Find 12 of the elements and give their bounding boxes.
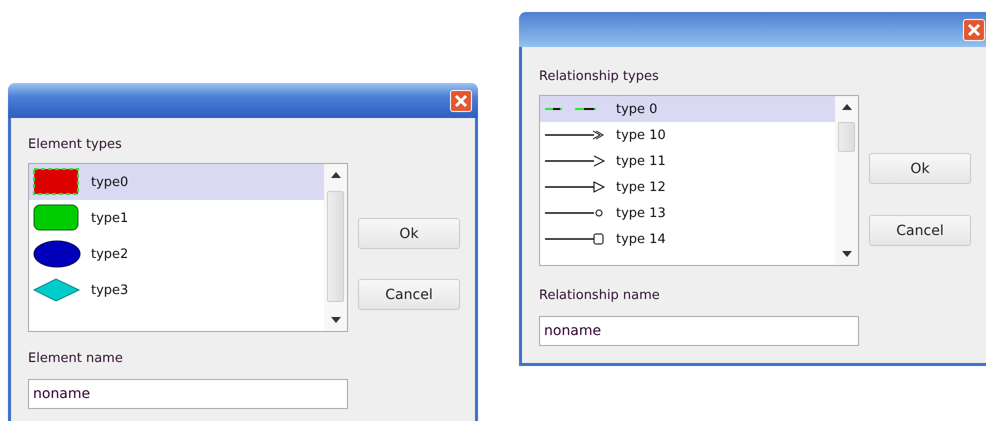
- cancel-button[interactable]: Cancel: [358, 279, 460, 310]
- list-item[interactable]: type 0: [540, 96, 835, 122]
- name-field[interactable]: noname: [539, 316, 859, 346]
- ok-button[interactable]: Ok: [869, 153, 971, 184]
- cancel-button[interactable]: Cancel: [869, 215, 971, 246]
- name-label: Element name: [28, 350, 124, 368]
- list-item[interactable]: type0: [29, 164, 324, 200]
- list-label: Element types: [28, 136, 123, 154]
- name-field[interactable]: noname: [28, 379, 348, 409]
- name-label: Relationship name: [539, 287, 661, 305]
- list-label: Relationship types: [539, 68, 660, 86]
- ok-button[interactable]: Ok: [358, 218, 460, 249]
